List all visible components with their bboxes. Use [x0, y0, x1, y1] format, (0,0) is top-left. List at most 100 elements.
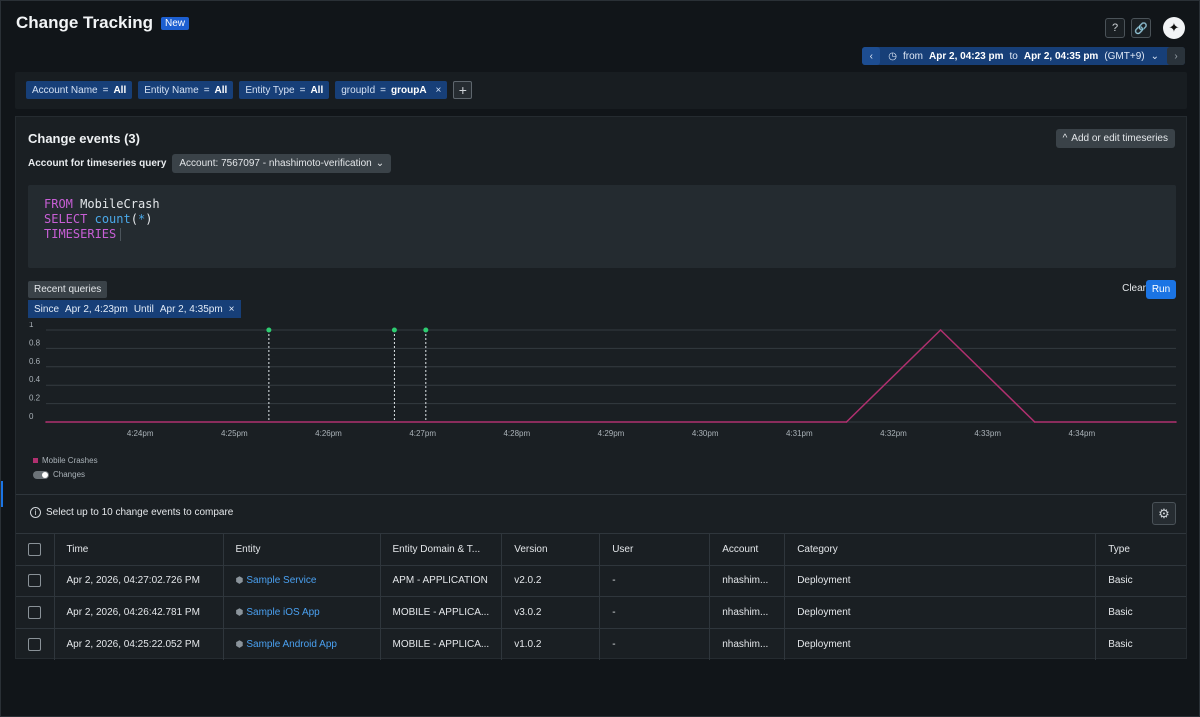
x-tick-label: 4:32pm [880, 429, 907, 438]
row-select-cell [16, 596, 55, 628]
gear-icon[interactable]: ⚙ [1152, 502, 1176, 525]
time-to: Apr 2, 04:35 pm [1023, 50, 1099, 62]
clock-icon: ◷ [888, 50, 898, 62]
user-cell: - [599, 596, 711, 628]
x-tick-label: 4:27pm [409, 429, 436, 438]
clear-button[interactable]: Clear [1122, 283, 1146, 294]
column-header[interactable]: Entity [223, 533, 381, 565]
domain-cell: MOBILE - APPLICA... [380, 627, 503, 660]
link-icon[interactable]: 🔗 [1131, 18, 1151, 38]
chevron-down-icon: ⌄ [1150, 50, 1159, 62]
filter-chip-entity-name[interactable]: Entity Name = All [138, 81, 234, 99]
column-header[interactable]: Type [1095, 533, 1186, 565]
entity-icon: ⬢ [235, 606, 244, 617]
user-cell: - [599, 627, 711, 660]
top-toolbar: ? 🔗 ✦ [1105, 17, 1185, 39]
add-filter-button[interactable]: + [453, 81, 473, 99]
legend-swatch [33, 458, 38, 463]
timezone: (GMT+9) [1104, 50, 1145, 62]
entity-link[interactable]: Sample Android App [246, 639, 337, 650]
x-tick-label: 4:29pm [598, 429, 625, 438]
query-line-2: SELECT count(*) [44, 212, 1160, 227]
account-cell: nhashim... [709, 564, 786, 597]
column-header[interactable]: Category [784, 533, 1097, 565]
query-editor[interactable]: FROM MobileCrash SELECT count(*) TIMESER… [28, 185, 1176, 268]
compare-hint: i Select up to 10 change events to compa… [30, 507, 233, 518]
filter-chip-groupid[interactable]: groupId = groupA × [335, 81, 448, 99]
ai-assistant-icon[interactable]: ✦ [1163, 17, 1185, 39]
series-point [845, 421, 848, 423]
version-cell: v1.0.2 [501, 627, 601, 660]
text-cursor [120, 228, 122, 241]
entity-link[interactable]: Sample Service [246, 575, 316, 586]
chart-legend: Mobile Crashes Changes [33, 456, 98, 484]
entity-icon: ⬢ [235, 638, 244, 649]
since-value: Apr 2, 4:23pm [65, 303, 128, 315]
column-header[interactable]: User [599, 533, 711, 565]
run-button[interactable]: Run [1146, 280, 1176, 299]
time-range-label[interactable]: ◷ from Apr 2, 04:23 pm to Apr 2, 04:35 p… [880, 47, 1167, 65]
until-label: Until [133, 303, 154, 315]
help-icon[interactable]: ? [1105, 18, 1125, 38]
change-marker-dot [266, 327, 272, 333]
changes-toggle[interactable] [33, 470, 49, 479]
column-header[interactable]: Account [709, 533, 786, 565]
chevron-right-icon[interactable]: › [1167, 47, 1185, 65]
x-tick-label: 4:30pm [692, 429, 719, 438]
filter-op: = [203, 84, 210, 96]
legend-item-mobile-crashes[interactable]: Mobile Crashes [33, 456, 98, 465]
row-select-cell [16, 564, 55, 597]
legend-label: Mobile Crashes [42, 456, 98, 465]
version-cell: v2.0.2 [501, 564, 601, 597]
title-row: Change Tracking New [16, 13, 189, 33]
time-cell: Apr 2, 2026, 04:26:42.781 PM [54, 596, 224, 628]
timeseries-chart: 1 0.8 0.6 0.4 0.2 0 4:24pm 4:25pm 4:26pm 4:27pm 4:… [29, 322, 1177, 438]
column-header[interactable]: Time [54, 533, 224, 565]
time-range-chip[interactable]: Since Apr 2, 4:23pm Until Apr 2, 4:35pm … [28, 300, 241, 318]
filter-key: Account Name [32, 84, 98, 96]
scroll-indicator [1, 481, 3, 507]
close-icon[interactable]: × [436, 85, 442, 96]
compare-hint-text: Select up to 10 change events to compare [46, 507, 234, 518]
filter-op: = [299, 84, 306, 96]
y-tick-label: 0.8 [29, 338, 41, 347]
type-cell: Basic [1095, 627, 1186, 660]
entity-cell: ⬢ Sample Service [223, 564, 381, 597]
column-header[interactable]: Version [501, 533, 601, 565]
add-timeseries-label: Add or edit timeseries [1071, 133, 1168, 144]
table-row[interactable]: Apr 2, 2026, 04:25:22.052 PM ⬢ Sample And… [16, 627, 1186, 660]
query-keyword: FROM [44, 197, 73, 211]
page-title: Change Tracking [16, 13, 153, 32]
recent-queries-button[interactable]: Recent queries [28, 281, 108, 298]
column-header[interactable]: Entity Domain & T... [380, 533, 503, 565]
divider [16, 494, 1186, 495]
row-checkbox[interactable] [28, 637, 41, 651]
user-cell: - [599, 564, 711, 597]
account-label: Account for timeseries query [28, 158, 167, 169]
new-badge: New [160, 16, 189, 30]
filter-chip-account-name[interactable]: Account Name = All [26, 81, 133, 99]
change-events-table: Time Entity Entity Domain & T... Version… [16, 533, 1186, 660]
query-paren: ) [145, 212, 153, 226]
entity-link[interactable]: Sample iOS App [246, 607, 319, 618]
time-range-picker[interactable]: ‹ ◷ from Apr 2, 04:23 pm to Apr 2, 04:35… [862, 47, 1185, 65]
chevron-left-icon[interactable]: ‹ [862, 47, 881, 65]
close-icon[interactable]: × [229, 304, 235, 315]
filter-chip-entity-type[interactable]: Entity Type = All [239, 81, 330, 99]
y-tick-label: 1 [29, 322, 34, 329]
x-tick-label: 4:26pm [315, 429, 342, 438]
x-tick-label: 4:34pm [1068, 429, 1095, 438]
legend-item-changes[interactable]: Changes [33, 470, 98, 479]
table-row[interactable]: Apr 2, 2026, 04:26:42.781 PM ⬢ Sample iOS… [16, 596, 1186, 628]
account-cell: nhashim... [709, 627, 786, 660]
account-select[interactable]: Account: 7567097 - nhashimoto-verificati… [172, 154, 392, 173]
row-checkbox[interactable] [28, 605, 41, 619]
row-checkbox[interactable] [28, 574, 41, 588]
table-row[interactable]: Apr 2, 2026, 04:27:02.726 PM ⬢ Sample Ser… [16, 564, 1186, 597]
filter-key: Entity Type [245, 84, 295, 96]
entity-icon: ⬢ [235, 575, 244, 586]
add-timeseries-button[interactable]: ^ Add or edit timeseries [1055, 129, 1175, 148]
row-select-cell [16, 627, 55, 660]
type-cell: Basic [1095, 596, 1186, 628]
select-all-checkbox[interactable] [28, 542, 41, 556]
